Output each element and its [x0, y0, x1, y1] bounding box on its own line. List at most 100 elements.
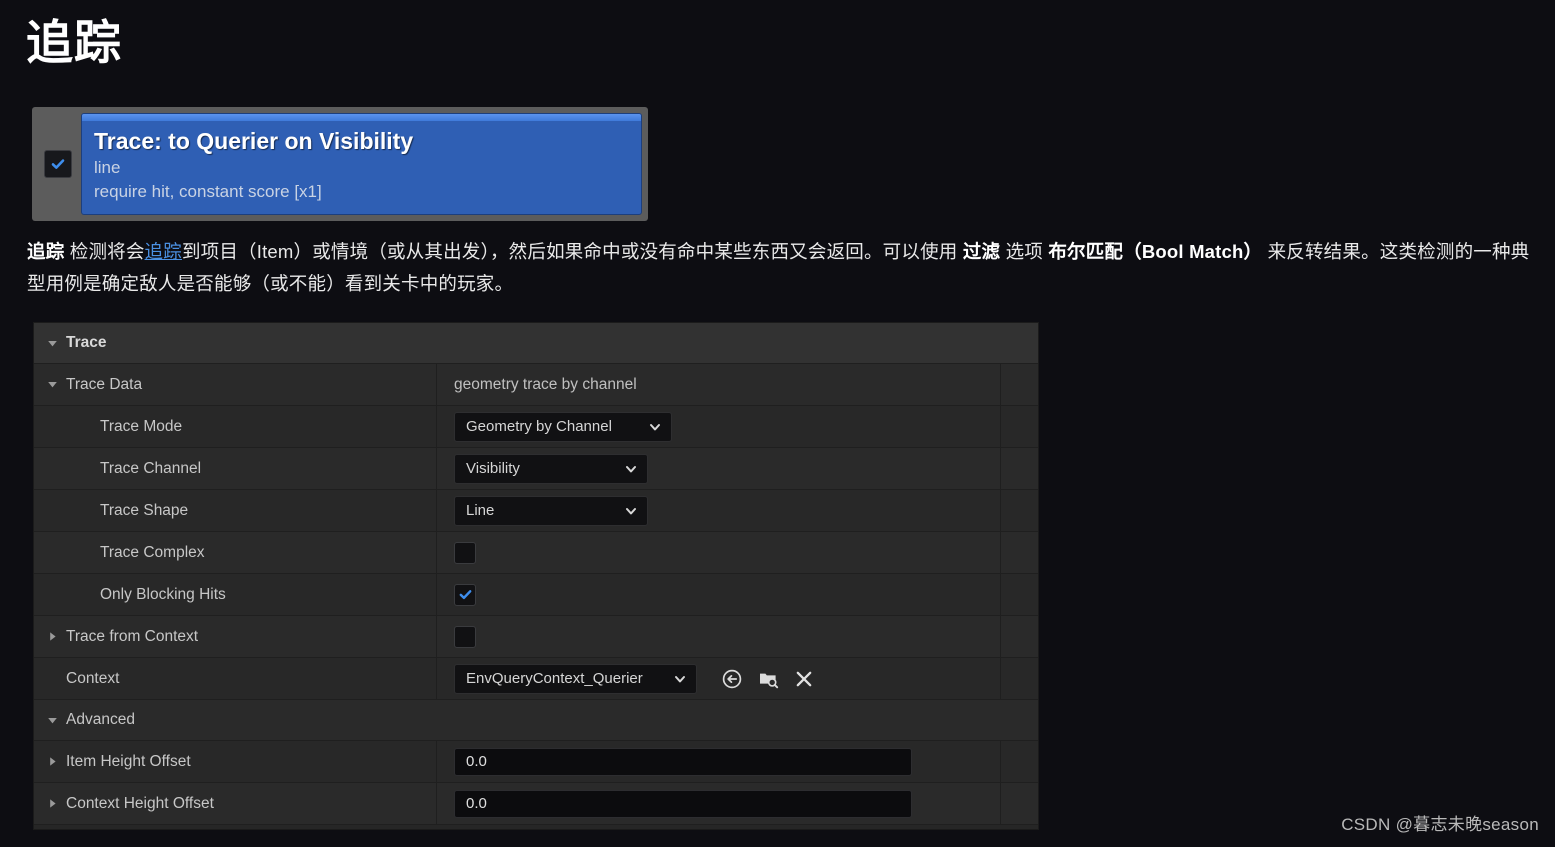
row-value-cell: Visibility: [436, 448, 1000, 489]
dropdown-value: EnvQueryContext_Querier: [466, 670, 643, 687]
table-row[interactable]: Item Height Offset 0.0: [34, 741, 1038, 783]
clear-asset-icon[interactable]: [791, 666, 817, 692]
chevron-right-icon[interactable]: [42, 630, 62, 643]
dropdown-value: Geometry by Channel: [466, 418, 612, 435]
row-label: Trace Shape: [100, 501, 189, 519]
chevron-right-icon[interactable]: [42, 797, 62, 810]
page-title: 追踪: [26, 16, 122, 69]
row-extra-cell: [1000, 616, 1038, 657]
context-asset-dropdown[interactable]: EnvQueryContext_Querier: [454, 663, 697, 694]
input-value: 0.0: [466, 753, 487, 770]
row-extra-cell: [1000, 448, 1038, 489]
row-value-cell: [436, 700, 1000, 740]
row-extra-cell: [1000, 490, 1038, 531]
dropdown-value: Visibility: [466, 460, 520, 477]
row-name-cell: Item Height Offset: [34, 741, 436, 782]
row-name-cell: Trace Channel: [34, 448, 436, 489]
table-row[interactable]: Trace: [34, 323, 1038, 364]
paragraph-text-1: 检测将会: [64, 241, 145, 262]
table-row[interactable]: Advanced: [34, 700, 1038, 741]
chevron-down-icon[interactable]: [42, 714, 62, 727]
item-height-offset-input[interactable]: 0.0: [454, 747, 912, 776]
paragraph-bold-filter: 过滤: [962, 241, 1001, 262]
chevron-down-icon: [624, 504, 638, 518]
row-value-cell: [436, 323, 1000, 363]
table-row[interactable]: Trace Channel Visibility: [34, 448, 1038, 490]
trace-channel-dropdown[interactable]: Visibility: [454, 453, 648, 484]
row-label: Only Blocking Hits: [100, 585, 226, 603]
use-selected-asset-icon[interactable]: [719, 666, 745, 692]
row-name-cell: Context: [34, 658, 436, 699]
chevron-down-icon: [673, 672, 687, 686]
row-label: Trace Complex: [100, 543, 205, 561]
table-row[interactable]: Only Blocking Hits: [34, 574, 1038, 616]
row-label: Trace: [66, 334, 107, 351]
row-label: Context: [66, 669, 120, 687]
chevron-down-icon[interactable]: [42, 378, 62, 391]
paragraph-text-2: 到项目（Item）或情境（或从其出发），然后如果命中或没有命中某些东西又会返回。…: [181, 241, 963, 262]
row-name-cell: Trace: [34, 323, 436, 363]
row-value-cell: EnvQueryContext_Querier: [436, 658, 1000, 699]
details-panel: Trace Trace Data geometry trace by chann…: [33, 322, 1039, 830]
trace-link[interactable]: 追踪: [145, 241, 182, 262]
row-extra-cell: [1000, 700, 1038, 740]
row-extra-cell: [1000, 783, 1038, 824]
table-row[interactable]: Trace Shape Line: [34, 490, 1038, 532]
table-row[interactable]: Trace Complex: [34, 532, 1038, 574]
trace-from-context-checkbox[interactable]: [454, 625, 476, 648]
checkmark-icon: [459, 590, 471, 600]
only-blocking-hits-checkbox[interactable]: [454, 583, 476, 606]
browse-to-asset-icon[interactable]: [755, 666, 781, 692]
node-enabled-checkbox[interactable]: [44, 150, 72, 178]
row-extra-cell: [1000, 406, 1038, 447]
row-extra-cell: [1000, 574, 1038, 615]
dropdown-value: Line: [466, 502, 495, 519]
row-name-cell: Trace Data: [34, 364, 436, 405]
chevron-down-icon: [624, 462, 638, 476]
asset-picker-icons: [709, 666, 817, 692]
row-label: Context Height Offset: [66, 794, 214, 812]
row-label: Trace Channel: [100, 459, 202, 477]
chevron-right-icon[interactable]: [42, 755, 62, 768]
row-label: Item Height Offset: [66, 752, 191, 770]
node-subtitle-line2: require hit, constant score [x1]: [94, 182, 322, 202]
row-value-cell: [436, 616, 1000, 657]
node-body: Trace: to Querier on Visibility line req…: [81, 113, 642, 215]
context-height-offset-input[interactable]: 0.0: [454, 789, 912, 818]
table-row[interactable]: Trace from Context: [34, 616, 1038, 658]
table-row[interactable]: Context EnvQueryContext_Querier: [34, 658, 1038, 700]
table-row[interactable]: Trace Mode Geometry by Channel: [34, 406, 1038, 448]
checkmark-icon: [51, 159, 65, 169]
eqs-test-node-card[interactable]: Trace: to Querier on Visibility line req…: [32, 107, 648, 221]
paragraph-text-3: 选项: [1000, 241, 1049, 262]
row-extra-cell: [1000, 741, 1038, 782]
row-extra-cell: [1000, 658, 1038, 699]
row-name-cell: Trace Complex: [34, 532, 436, 573]
row-name-cell: Context Height Offset: [34, 783, 436, 824]
table-row[interactable]: Trace Data geometry trace by channel: [34, 364, 1038, 406]
row-extra-cell: [1000, 364, 1038, 405]
paragraph-bold-boolmatch: 布尔匹配（Bool Match）: [1048, 241, 1263, 262]
trace-mode-dropdown[interactable]: Geometry by Channel: [454, 411, 672, 442]
trace-complex-checkbox[interactable]: [454, 541, 476, 564]
row-name-cell: Trace Shape: [34, 490, 436, 531]
row-value-cell: 0.0: [436, 741, 1000, 782]
row-value-text: geometry trace by channel: [454, 375, 637, 393]
trace-shape-dropdown[interactable]: Line: [454, 495, 648, 526]
table-row[interactable]: Context Height Offset 0.0: [34, 783, 1038, 825]
row-label: Advanced: [66, 711, 135, 728]
row-name-cell: Advanced: [34, 700, 436, 740]
csdn-watermark: CSDN @暮志未晚season: [1341, 815, 1539, 834]
paragraph-bold-lead: 追踪: [27, 241, 65, 262]
chevron-down-icon: [648, 420, 662, 434]
node-title: Trace: to Querier on Visibility: [94, 128, 414, 154]
row-value-cell: [436, 532, 1000, 573]
chevron-down-icon[interactable]: [42, 337, 62, 350]
node-accent-stripe: [82, 114, 641, 121]
row-label: Trace Mode: [100, 417, 183, 435]
row-value-cell: Line: [436, 490, 1000, 531]
description-paragraph: 追踪 检测将会追踪到项目（Item）或情境（或从其出发），然后如果命中或没有命中…: [27, 236, 1532, 301]
row-label: Trace from Context: [66, 627, 199, 645]
row-value-cell: geometry trace by channel: [436, 364, 1000, 405]
row-extra-cell: [1000, 323, 1038, 363]
